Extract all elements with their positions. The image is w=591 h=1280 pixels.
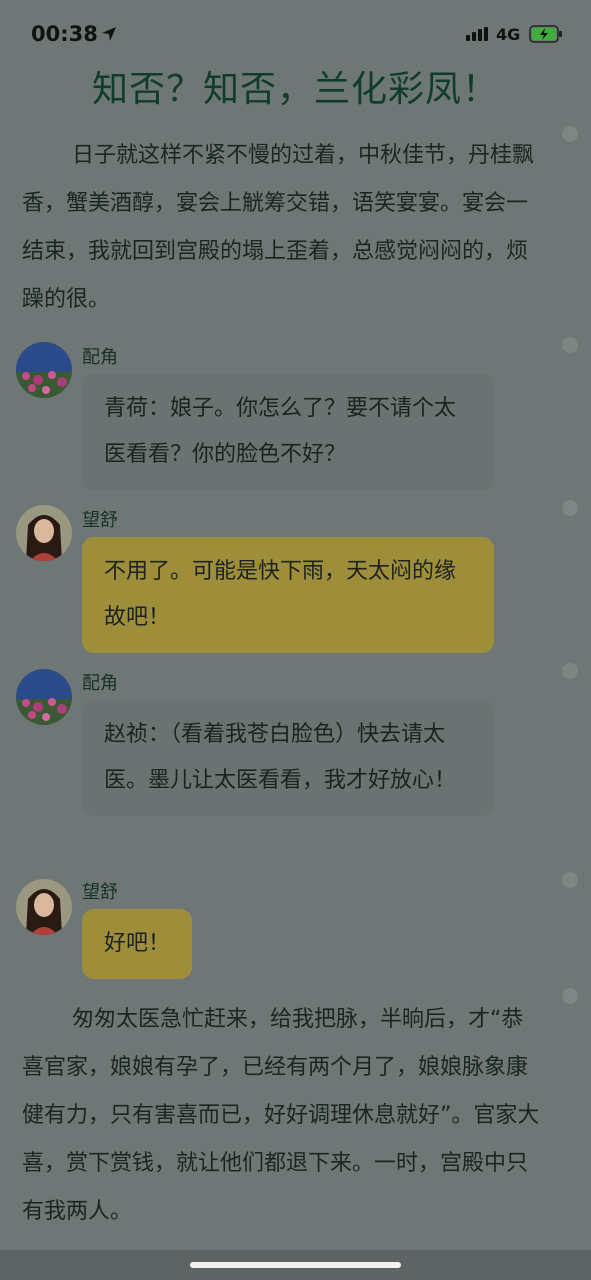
speaker-name: 配角 [82, 347, 118, 368]
narration-text: 日子就这样不紧不慢的过着，中秋佳节，丹桂飘香，蟹美酒醇，宴会上觥筹交错，语笑宴宴… [22, 143, 535, 312]
home-indicator[interactable] [190, 1262, 401, 1268]
flower-field-avatar-icon [16, 342, 72, 398]
comment-dot[interactable] [562, 872, 578, 888]
comment-dot[interactable] [562, 126, 578, 142]
comment-dot[interactable] [562, 988, 578, 1004]
girl-portrait-avatar-icon [16, 879, 72, 935]
narration-paragraph: 日子就这样不紧不慢的过着，中秋佳节，丹桂飘香，蟹美酒醇，宴会上觥筹交错，语笑宴宴… [22, 132, 542, 324]
speaker-name: 望舒 [82, 510, 118, 531]
message-bubble: 不用了。可能是快下雨，天太闷的缘故吧！ [82, 537, 494, 653]
speaker-name: 望舒 [82, 882, 118, 903]
narration-paragraph: 匆匆太医急忙赶来，给我把脉，半晌后，才“恭喜官家，娘娘有孕了，已经有两个月了，娘… [22, 996, 542, 1236]
avatar-wangshu[interactable] [16, 879, 72, 935]
message-bubble: 赵祯：（看着我苍白脸色）快去请太医。墨儿让太医看看，我才好放心！ [82, 700, 494, 816]
signal-icon [466, 27, 492, 41]
message-bubble: 好吧！ [82, 909, 193, 979]
avatar-supporting-role[interactable] [16, 342, 72, 398]
comment-dot[interactable] [562, 500, 578, 516]
story-title: 知否？知否，兰化彩凤！ [91, 69, 499, 110]
battery-charging-icon [529, 25, 562, 43]
avatar-supporting-role[interactable] [16, 669, 72, 725]
avatar-wangshu[interactable] [16, 505, 72, 561]
narration-text: 匆匆太医急忙赶来，给我把脉，半晌后，才“恭喜官家，娘娘有孕了，已经有两个月了，娘… [22, 1007, 540, 1224]
speaker-name: 配角 [82, 673, 118, 694]
girl-portrait-avatar-icon [16, 505, 72, 561]
flower-field-avatar-icon [16, 669, 72, 725]
location-arrow-icon [102, 27, 116, 41]
comment-dot[interactable] [562, 663, 578, 679]
comment-dot[interactable] [562, 337, 578, 353]
status-time: 00:38 [31, 22, 98, 46]
network-label: 4G [496, 25, 521, 44]
message-bubble: 青荷：娘子。你怎么了？要不请个太医看看？你的脸色不好？ [82, 374, 494, 490]
